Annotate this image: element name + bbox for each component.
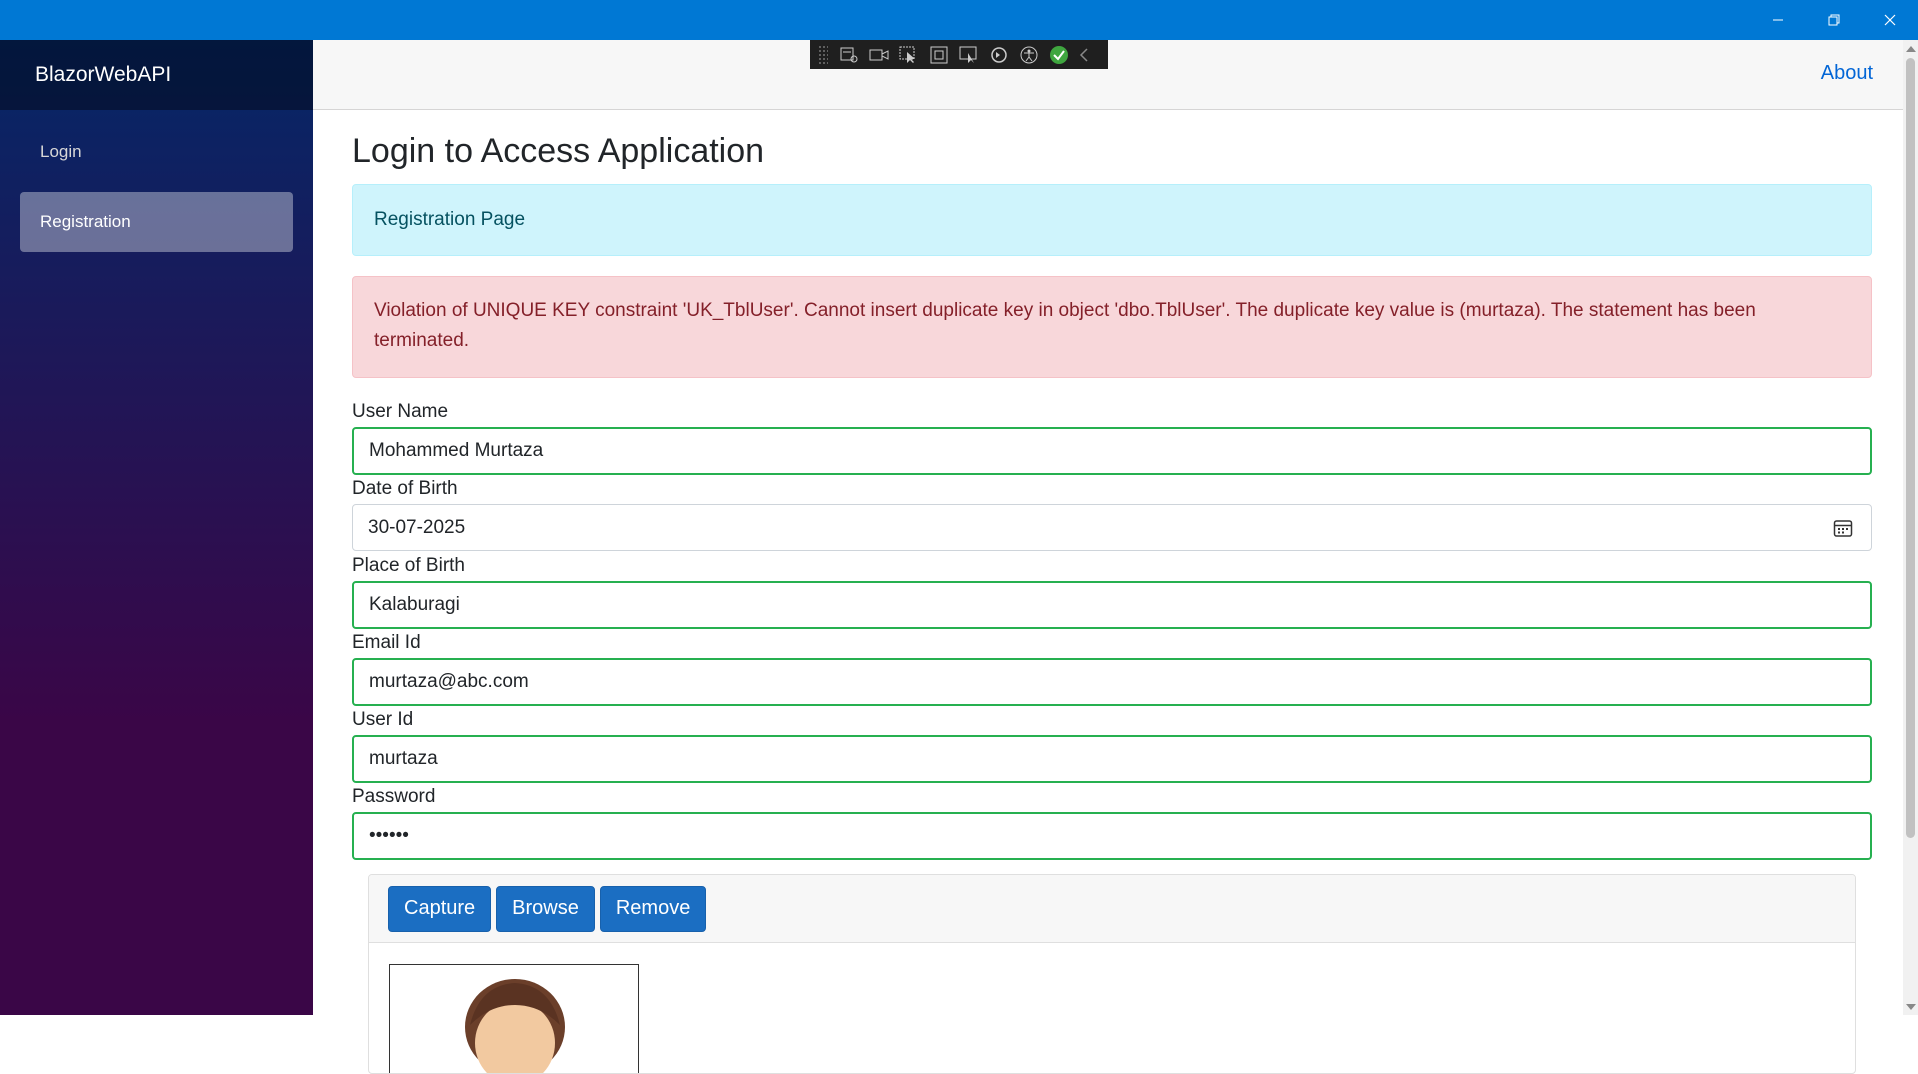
track-focus-icon bbox=[959, 46, 977, 63]
remove-button[interactable]: Remove bbox=[599, 885, 707, 932]
chevron-left-icon bbox=[1079, 47, 1088, 62]
sidebar: BlazorWebAPI Login Registration bbox=[0, 40, 313, 1015]
password-value: •••••• bbox=[369, 825, 409, 846]
error-alert: Violation of UNIQUE KEY constraint 'UK_T… bbox=[352, 276, 1872, 378]
restore-icon bbox=[1828, 14, 1840, 26]
brand-bar: BlazorWebAPI bbox=[0, 40, 313, 110]
top-row: About bbox=[313, 40, 1903, 110]
close-icon bbox=[1884, 14, 1896, 26]
nav-menu: Login Registration bbox=[0, 110, 313, 252]
email-field[interactable]: murtaza@abc.com bbox=[352, 658, 1872, 706]
drag-handle-icon[interactable] bbox=[818, 44, 828, 65]
display-adorners-button[interactable] bbox=[924, 40, 954, 69]
place-of-birth-field[interactable]: Kalaburagi bbox=[352, 581, 1872, 629]
photo-card-header: Capture Browse Remove bbox=[369, 875, 1855, 943]
sidebar-item-registration[interactable]: Registration bbox=[20, 192, 293, 252]
cursor-select-icon bbox=[899, 46, 915, 63]
scroll-up-icon[interactable] bbox=[1906, 46, 1916, 52]
hot-reload-button[interactable] bbox=[984, 40, 1014, 69]
window-titlebar bbox=[0, 0, 1918, 40]
hot-reload-icon bbox=[991, 46, 1007, 63]
live-visual-tree-button[interactable] bbox=[834, 40, 864, 69]
devtools-toolbar bbox=[810, 40, 1108, 69]
email-label: Email Id bbox=[352, 632, 421, 653]
pob-label: Place of Birth bbox=[352, 555, 465, 576]
brand-title[interactable]: BlazorWebAPI bbox=[35, 63, 171, 87]
user-name-field[interactable]: Mohammed Murtaza bbox=[352, 427, 1872, 475]
dob-label: Date of Birth bbox=[352, 478, 458, 499]
page-scrollbar[interactable] bbox=[1903, 40, 1918, 1015]
scrollbar-thumb[interactable] bbox=[1906, 58, 1915, 838]
sidebar-item-label: Registration bbox=[40, 212, 131, 231]
info-alert-text: Registration Page bbox=[374, 209, 526, 230]
visual-tree-icon bbox=[840, 47, 858, 62]
page-title: Login to Access Application bbox=[352, 132, 765, 170]
sidebar-item-label: Login bbox=[40, 142, 82, 161]
close-button[interactable] bbox=[1862, 0, 1918, 40]
pob-value: Kalaburagi bbox=[369, 594, 460, 615]
password-field[interactable]: •••••• bbox=[352, 812, 1872, 860]
scroll-down-icon[interactable] bbox=[1906, 1004, 1916, 1010]
restore-button[interactable] bbox=[1806, 0, 1862, 40]
checkmark-icon bbox=[1050, 45, 1068, 64]
date-of-birth-field[interactable]: 30-07-2025 bbox=[352, 504, 1872, 551]
adorner-icon bbox=[930, 46, 948, 63]
camera-icon bbox=[869, 49, 889, 60]
capture-button[interactable]: Capture bbox=[388, 885, 492, 932]
error-alert-text: Violation of UNIQUE KEY constraint 'UK_T… bbox=[374, 300, 1756, 351]
photo-card: Capture Browse Remove bbox=[368, 874, 1856, 1074]
calendar-icon[interactable] bbox=[1833, 518, 1853, 538]
info-alert: Registration Page bbox=[352, 184, 1872, 256]
minimize-button[interactable] bbox=[1750, 0, 1806, 40]
user-name-value: Mohammed Murtaza bbox=[369, 440, 544, 461]
accessibility-icon bbox=[1020, 46, 1038, 63]
email-value: murtaza@abc.com bbox=[369, 671, 529, 692]
track-focus-button[interactable] bbox=[954, 40, 984, 69]
status-ok-button[interactable] bbox=[1044, 40, 1074, 69]
user-id-value: murtaza bbox=[369, 748, 438, 769]
password-label: Password bbox=[352, 786, 436, 807]
accessibility-button[interactable] bbox=[1014, 40, 1044, 69]
select-element-button[interactable] bbox=[894, 40, 924, 69]
user-id-label: User Id bbox=[352, 709, 414, 730]
collapse-toolbar-button[interactable] bbox=[1074, 40, 1094, 69]
user-name-label: User Name bbox=[352, 401, 449, 422]
about-link[interactable]: About bbox=[1821, 62, 1873, 85]
user-avatar-image bbox=[465, 979, 565, 1073]
browse-button[interactable]: Browse bbox=[496, 885, 595, 932]
user-id-field[interactable]: murtaza bbox=[352, 735, 1872, 783]
sidebar-item-login[interactable]: Login bbox=[20, 122, 293, 182]
dob-value: 30-07-2025 bbox=[368, 516, 466, 538]
minimize-icon bbox=[1773, 19, 1783, 21]
record-button[interactable] bbox=[864, 40, 894, 69]
photo-preview bbox=[389, 964, 639, 1073]
